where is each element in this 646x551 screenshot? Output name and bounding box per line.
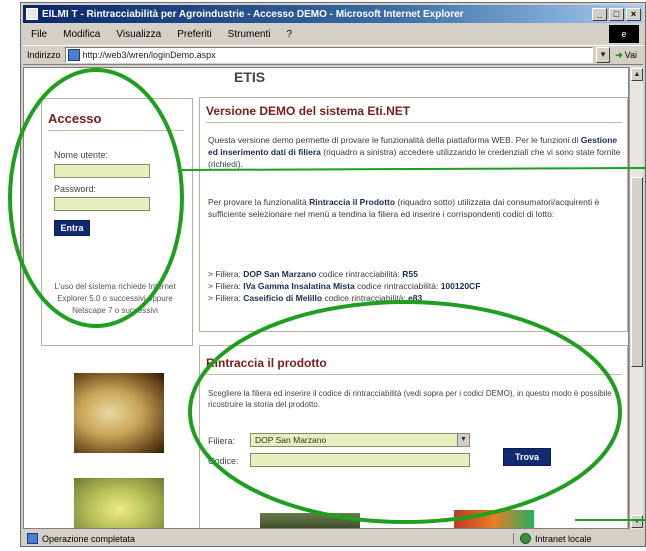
menu-file[interactable]: File (23, 29, 55, 40)
demo-title-divider (206, 122, 622, 123)
scrollbar-thumb[interactable] (631, 177, 643, 367)
vertical-scrollbar[interactable]: ▲ ▼ (629, 67, 643, 529)
demo-title: Versione DEMO del sistema Eti.NET (206, 104, 411, 118)
maximize-button[interactable]: □ (609, 7, 624, 21)
cheese-photo (74, 373, 164, 453)
trace-title: Rintraccia il prodotto (206, 356, 327, 370)
produce-photo (260, 513, 360, 528)
go-button[interactable]: ➜ Vai (613, 50, 643, 61)
scroll-down-arrow-icon[interactable]: ▼ (631, 515, 643, 528)
address-label: Indirizzo (27, 50, 61, 60)
filiera-select[interactable]: DOP San Marzano ▼ (250, 433, 470, 447)
ie-throbber-icon: e (609, 25, 639, 43)
go-label: Vai (624, 50, 637, 60)
demo-filiere-list: > Filiera: DOP San Marzano codice rintra… (208, 268, 622, 304)
address-url: http://web3/wren/loginDemo.aspx (82, 50, 216, 60)
security-zone: Intranet locale (513, 533, 643, 544)
ie-app-icon (26, 8, 38, 20)
minimize-button[interactable]: _ (592, 7, 607, 21)
address-dropdown-button[interactable]: ▼ (596, 47, 611, 63)
filiera-selected-value: DOP San Marzano (255, 435, 327, 445)
close-button[interactable]: × (626, 7, 641, 21)
site-logo: ETIS (234, 69, 266, 85)
trace-product-panel: Rintraccia il prodotto Scegliere la fili… (199, 345, 628, 528)
login-title-divider (48, 130, 184, 131)
page-icon (67, 49, 80, 61)
go-arrow-icon: ➜ (615, 49, 623, 60)
page-viewport: ETIS Accesso Nome utente: Password: Entr… (23, 67, 629, 529)
login-title: Accesso (48, 111, 102, 126)
password-input[interactable] (54, 197, 150, 211)
vegetables-photo (454, 510, 534, 528)
trace-instructions: Scegliere la filiera ed inserire il codi… (208, 389, 612, 409)
address-field[interactable]: http://web3/wren/loginDemo.aspx (64, 47, 594, 63)
filiera-row: > Filiera: Caseificio di Melillo codice … (208, 293, 423, 303)
menu-strumenti[interactable]: Strumenti (220, 29, 279, 40)
demo-paragraph-1: Questa versione demo permette di provare… (208, 135, 621, 169)
menu-bar: File Modifica Visualizza Preferiti Strum… (23, 25, 643, 43)
browser-requirements-note: L'uso del sistema richiede Internet Expl… (54, 282, 176, 315)
codice-label: Codice: (208, 456, 239, 466)
scroll-up-arrow-icon[interactable]: ▲ (631, 68, 643, 81)
chevron-down-icon[interactable]: ▼ (457, 434, 469, 446)
codice-input[interactable] (250, 453, 470, 467)
zone-text: Intranet locale (535, 533, 592, 544)
window-title: EILMI T - Rintracciabilità per Agroindus… (42, 8, 464, 20)
login-panel: Accesso Nome utente: Password: Entra L'u… (41, 98, 193, 346)
menu-help[interactable]: ? (278, 29, 300, 40)
browser-window: EILMI T - Rintracciabilità per Agroindus… (20, 2, 646, 547)
demo-info-panel: Versione DEMO del sistema Eti.NET Questa… (199, 97, 628, 332)
intranet-globe-icon (520, 533, 531, 544)
trova-button[interactable]: Trova (503, 448, 551, 466)
menu-preferiti[interactable]: Preferiti (169, 29, 219, 40)
status-text: Operazione completata (42, 533, 136, 544)
menu-visualizza[interactable]: Visualizza (108, 29, 169, 40)
filiera-row: > Filiera: DOP San Marzano codice rintra… (208, 269, 418, 279)
username-input[interactable] (54, 164, 150, 178)
login-button[interactable]: Entra (54, 220, 90, 236)
filiera-label: Filiera: (208, 436, 236, 446)
oil-photo (74, 478, 164, 528)
title-bar[interactable]: EILMI T - Rintracciabilità per Agroindus… (23, 5, 643, 23)
demo-paragraph-2: Per provare la funzionalità Rintraccia i… (208, 197, 600, 219)
status-bar: Operazione completata Intranet locale (23, 531, 643, 546)
password-label: Password: (54, 184, 97, 194)
trace-title-divider (206, 374, 622, 375)
username-label: Nome utente: (54, 150, 109, 160)
menu-modifica[interactable]: Modifica (55, 29, 108, 40)
address-bar: Indirizzo http://web3/wren/loginDemo.asp… (23, 45, 643, 65)
page-status-icon (27, 533, 38, 544)
filiera-row: > Filiera: IVa Gamma Insalatina Mista co… (208, 281, 481, 291)
